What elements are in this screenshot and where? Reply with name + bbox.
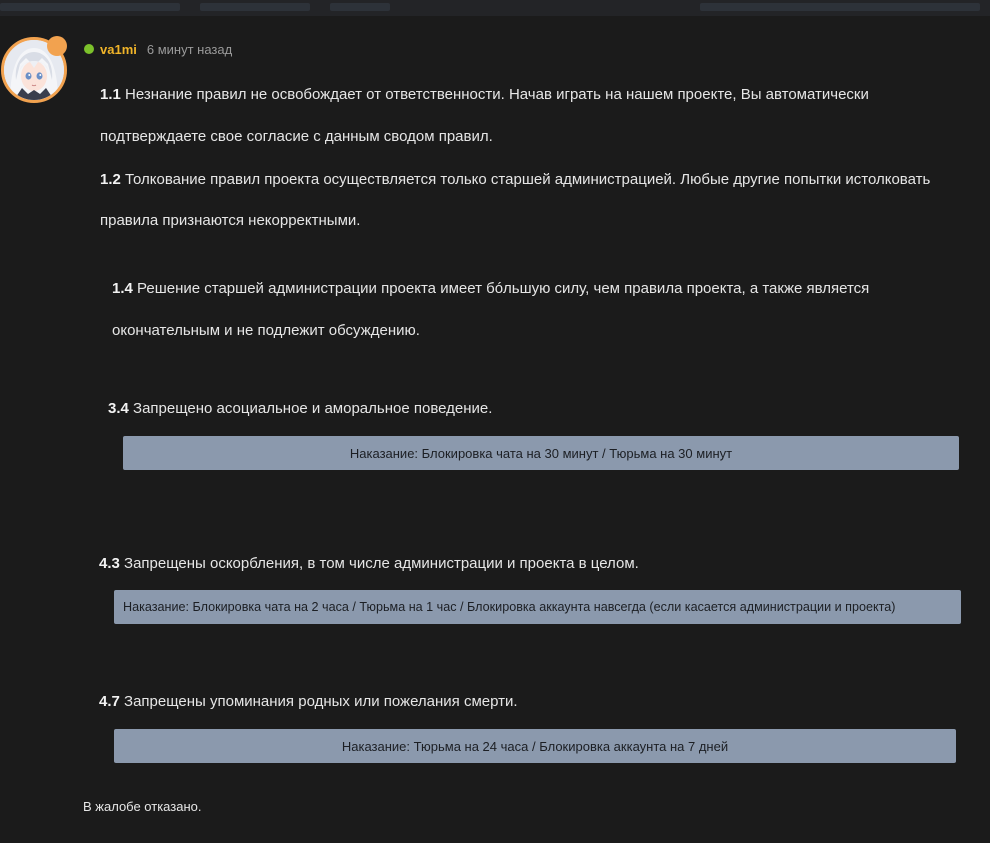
penalty-bar: Наказание: Блокировка чата на 2 часа / Т… xyxy=(114,590,961,624)
username-link[interactable]: va1mi xyxy=(100,42,137,57)
verdict-text: В жалобе отказано. xyxy=(83,799,202,814)
penalty-bar: Наказание: Блокировка чата на 30 минут /… xyxy=(123,436,959,470)
rule-4-3: 4.3 Запрещены оскорбления, в том числе а… xyxy=(99,555,639,572)
top-bar-blur xyxy=(700,3,980,11)
rule-text: Толкование правил проекта осуществляется… xyxy=(125,171,931,188)
rule-4-7: 4.7 Запрещены упоминания родных или поже… xyxy=(99,693,518,710)
rule-text: Запрещено асоциальное и аморальное повед… xyxy=(133,400,493,417)
rule-1-2-line1: 1.2 Толкование правил проекта осуществля… xyxy=(100,171,930,188)
rule-number: 4.7 xyxy=(99,693,120,710)
top-bar-blur xyxy=(200,3,310,11)
avatar-badge xyxy=(47,36,67,56)
rule-1-4-line2: окончательным и не подлежит обсуждению. xyxy=(112,322,420,339)
top-bar-blur xyxy=(330,3,390,11)
rule-1-2-line2: правила признаются некорректными. xyxy=(100,212,361,229)
top-bar xyxy=(0,0,990,16)
rule-text: Запрещены оскорбления, в том числе админ… xyxy=(124,555,639,572)
post-time[interactable]: 6 минут назад xyxy=(147,42,232,57)
rule-number: 4.3 xyxy=(99,555,120,572)
penalty-bar: Наказание: Тюрьма на 24 часа / Блокировк… xyxy=(114,729,956,763)
top-bar-blur xyxy=(0,3,180,11)
rule-text: Запрещены упоминания родных или пожелани… xyxy=(124,693,518,710)
rule-number: 3.4 xyxy=(108,400,129,417)
rule-1-1-line1: 1.1 Незнание правил не освобождает от от… xyxy=(100,86,869,103)
rule-number: 1.2 xyxy=(100,171,121,188)
rule-1-4-line1: 1.4 Решение старшей администрации проект… xyxy=(112,280,869,297)
rule-text: Решение старшей администрации проекта им… xyxy=(137,280,870,297)
rule-number: 1.4 xyxy=(112,280,133,297)
rule-3-4: 3.4 Запрещено асоциальное и аморальное п… xyxy=(108,400,492,417)
online-status-icon xyxy=(84,44,94,54)
rule-1-1-line2: подтверждаете свое согласие с данным сво… xyxy=(100,128,493,145)
rule-text: Незнание правил не освобождает от ответс… xyxy=(125,86,869,103)
post-meta: va1mi 6 минут назад xyxy=(84,40,232,58)
rule-number: 1.1 xyxy=(100,86,121,103)
